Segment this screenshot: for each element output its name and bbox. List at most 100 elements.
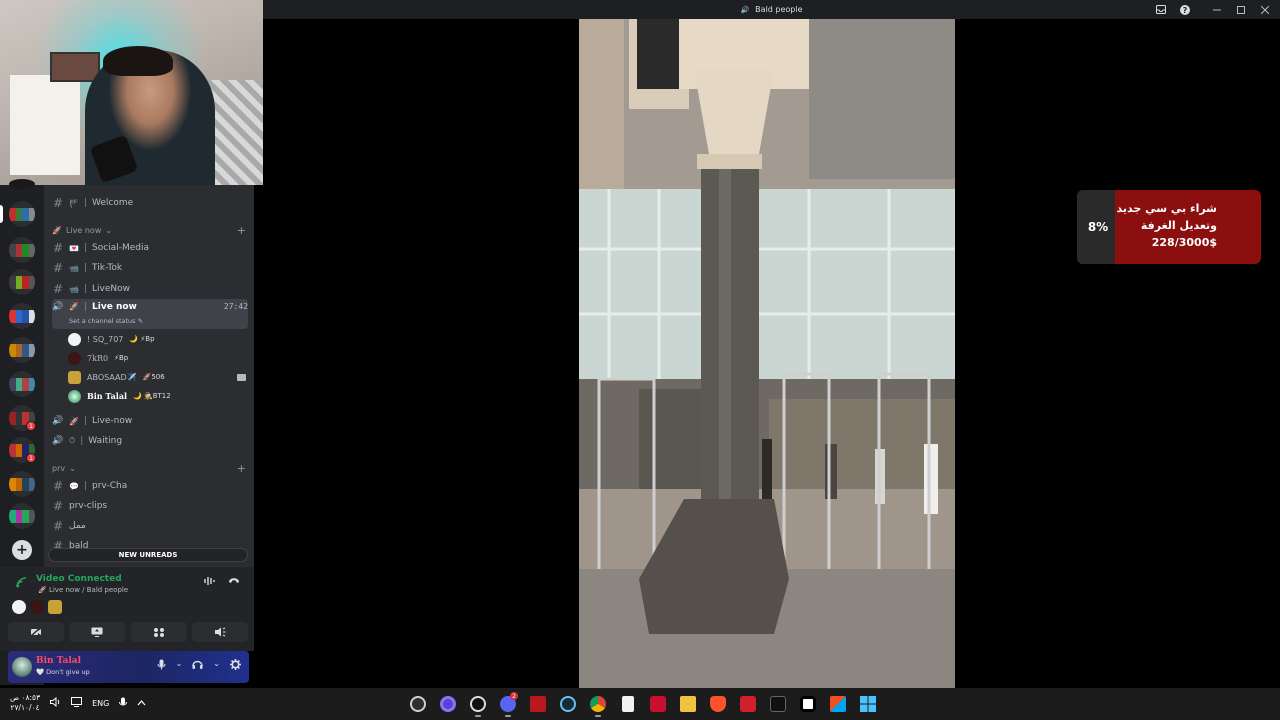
server-icon[interactable] — [9, 201, 35, 227]
maximize-icon[interactable] — [1236, 5, 1246, 15]
speaker-icon: 🔊 — [52, 302, 64, 312]
server-icon[interactable] — [9, 303, 35, 329]
channel-prv-cha[interactable]: # 💬 | prv-Cha — [52, 477, 248, 495]
heart-icon: 🤍 — [36, 668, 45, 676]
channel-livenow[interactable]: # 📹 | LiveNow — [52, 280, 248, 298]
close-icon[interactable] — [1260, 5, 1270, 15]
server-icon[interactable] — [9, 337, 35, 363]
add-server-icon[interactable]: + — [12, 540, 32, 560]
voice-user[interactable]: Bin Talal 🌙 🕵BT12 — [68, 388, 171, 404]
channel-status-hint[interactable]: Set a channel status ✎ — [69, 317, 143, 325]
taskbar-app-steam-icon[interactable] — [558, 692, 578, 716]
taskbar-windows-icon[interactable] — [858, 692, 878, 716]
activities-button[interactable] — [130, 622, 187, 642]
language-indicator[interactable]: ENG — [92, 699, 109, 708]
custom-status[interactable]: 🤍 Don't give up — [36, 668, 90, 676]
taskbar-app-chrome-icon[interactable] — [588, 692, 608, 717]
toggle-camera-button[interactable] — [8, 622, 64, 642]
speaker-icon: 🔊 — [740, 5, 750, 14]
screen: 🔊 Bald people ? 8% شراء بي سي جديد وتعدي… — [0, 0, 1280, 720]
rocket-icon: 🚀 — [38, 586, 47, 594]
taskbar-app-circle-icon[interactable] — [438, 692, 458, 716]
headphones-icon[interactable] — [192, 659, 203, 673]
voice-user[interactable]: ! SQ_707 🌙 ⚡Bp — [68, 331, 155, 347]
goal-text: شراء بي سي جديد وتعديل الغرفة — [1116, 202, 1217, 232]
new-unreads-button[interactable]: NEW UNREADS — [48, 548, 248, 562]
taskbar-app-clock-icon[interactable] — [468, 692, 488, 717]
microphone-icon[interactable] — [119, 697, 128, 710]
screen-share-button[interactable] — [69, 622, 126, 642]
category-prv[interactable]: prv ⌄ + — [52, 461, 246, 475]
taskbar-app-capcut-icon[interactable] — [798, 692, 818, 716]
mention-badge: 1 — [26, 421, 36, 431]
chevron-down-icon[interactable]: ⌄ — [176, 659, 183, 673]
voice-status-title[interactable]: Video Connected — [36, 574, 122, 584]
chevron-down-icon: ⌄ — [105, 225, 113, 235]
channel-social-media[interactable]: # 💌 | Social-Media — [52, 239, 248, 257]
taskbar-app-file-icon[interactable] — [618, 692, 638, 716]
category-live-now[interactable]: 🚀 Live now ⌄ + — [52, 223, 246, 237]
minimize-icon[interactable] — [1212, 5, 1222, 15]
avatar[interactable] — [48, 600, 62, 614]
taskbar-app-folder-icon[interactable] — [678, 692, 698, 716]
voice-timer: 27:42 — [223, 302, 248, 311]
volume-icon[interactable] — [50, 696, 61, 709]
taskbar-app-discord-icon[interactable]: 2 — [498, 692, 518, 717]
avatar[interactable] — [12, 657, 32, 677]
add-channel-icon[interactable]: + — [237, 462, 246, 475]
server-icon[interactable] — [9, 371, 35, 397]
server-icon[interactable] — [9, 471, 35, 497]
username[interactable]: Bin Talal — [36, 656, 81, 666]
goal-amount: 228/3000$ — [1151, 236, 1217, 249]
help-icon[interactable]: ? — [1180, 4, 1190, 15]
chevron-up-icon[interactable] — [137, 699, 146, 708]
taskbar-app-media-icon[interactable] — [528, 692, 548, 716]
chevron-down-icon[interactable]: ⌄ — [213, 659, 220, 673]
wall-calligraphy-frame — [10, 75, 80, 175]
server-icon[interactable] — [9, 179, 35, 189]
taskbar-app-obs-icon[interactable] — [408, 692, 428, 716]
channel-tik-tok[interactable]: # 📹 | Tik-Tok — [52, 259, 248, 277]
speaker-icon: 🔊 — [52, 416, 64, 426]
speaker-icon: 🔊 — [52, 436, 64, 446]
clock-icon: ⏱ — [69, 436, 76, 445]
server-icon[interactable] — [9, 269, 35, 295]
noise-suppression-icon[interactable] — [204, 576, 216, 589]
channel-prv-clips[interactable]: # prv-clips — [52, 497, 248, 515]
voice-connection-panel: Video Connected 🚀 Live now / Bald people — [0, 567, 254, 651]
add-channel-icon[interactable]: + — [237, 224, 246, 237]
clock[interactable]: ٠٨:٥٣ ص ٢٧/١٠/٠٤ — [10, 693, 40, 713]
pencil-icon: ✎ — [137, 317, 144, 325]
taskbar-app-store-icon[interactable] — [828, 692, 848, 716]
rocket-icon: 🚀 — [69, 302, 79, 311]
taskbar-app-music-icon[interactable] — [768, 692, 788, 716]
avatar[interactable] — [30, 600, 44, 614]
speech-bubble-icon: 💬 — [69, 481, 79, 491]
avatar[interactable] — [12, 600, 26, 614]
soundboard-button[interactable] — [191, 622, 248, 642]
microphone-icon[interactable] — [157, 659, 166, 673]
avatar — [68, 351, 81, 365]
signal-icon[interactable] — [16, 577, 27, 591]
voice-user[interactable]: ABOSAAD✈️ 🚀506 — [68, 369, 165, 385]
rocket-icon: 🚀 — [52, 225, 62, 235]
voice-user[interactable]: 7kR0 ⚡Bp — [68, 350, 128, 366]
gear-icon[interactable] — [230, 659, 241, 673]
disconnect-icon[interactable] — [228, 576, 240, 589]
inbox-icon[interactable] — [1156, 5, 1166, 15]
chevron-down-icon: ⌄ — [69, 463, 76, 473]
channel-arabic[interactable]: # ممل — [52, 517, 248, 535]
taskbar-app-red-icon[interactable] — [738, 692, 758, 716]
taskbar-app-brave-icon[interactable] — [708, 692, 728, 716]
voice-status-subtitle[interactable]: 🚀 Live now / Bald people — [38, 586, 128, 594]
stream-video[interactable] — [579, 19, 955, 688]
channel-list: # 🏴 | Welcome 🚀 Live now ⌄ + # 💌 | Socia… — [44, 185, 254, 567]
server-icon[interactable] — [9, 237, 35, 263]
taskbar-app-acrobat-icon[interactable] — [648, 692, 668, 716]
network-icon[interactable] — [71, 697, 83, 709]
wall-picture — [50, 52, 100, 82]
voice-channel-live-now-2[interactable]: 🔊 🚀 | Live-now — [52, 412, 248, 430]
server-icon[interactable] — [9, 503, 35, 529]
channel-welcome[interactable]: # 🏴 | Welcome — [52, 194, 248, 212]
voice-channel-waiting[interactable]: 🔊 ⏱ | Waiting — [52, 432, 248, 450]
